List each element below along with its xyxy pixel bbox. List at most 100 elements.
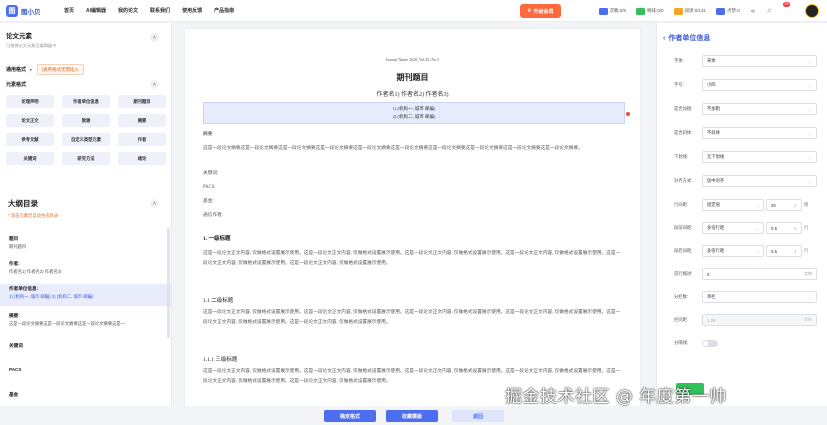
nav-my-papers[interactable]: 我的论文 xyxy=(118,7,138,14)
body-paragraph-1[interactable]: 这是一段论文正文内容, 仅做格式设置展示使用。这是一段论文正文内容, 仅做格式设… xyxy=(203,249,623,289)
line-spacing-mode-select[interactable]: 固定值 ⌄ xyxy=(702,199,764,211)
body-paragraph-2[interactable]: 这是一段论文正文内容, 仅做格式设置展示使用。这是一段论文正文内容, 仅做格式设… xyxy=(203,308,623,348)
app-logo[interactable]: 图 图小贝 xyxy=(6,4,56,17)
avatar[interactable] xyxy=(805,4,819,18)
columns-row: 分栏数: 单栏 ⌄ xyxy=(674,291,824,303)
fund-label: 基金: xyxy=(203,199,214,204)
underline-row: 下划线: 无下划线 ⌄ xyxy=(674,151,824,163)
line-spacing-row: 行间距: 固定值 ⌄ 20 ⇕ 磅 xyxy=(674,199,824,211)
nav-feedback[interactable]: 使用反馈 xyxy=(182,7,202,14)
chevron-left-icon[interactable]: ‹ xyxy=(663,35,665,42)
element-ack[interactable]: 致谢 xyxy=(62,114,110,127)
chevron-down-icon: ⌄ xyxy=(755,202,759,208)
font-select[interactable]: 宋体 ⌄ xyxy=(702,55,817,67)
indent-input[interactable]: 0 字符 xyxy=(702,268,817,280)
general-format-option[interactable]: (通用格式无需插入 xyxy=(36,64,85,75)
bottom-bar: 确定格式 收藏模板 返回 xyxy=(0,406,827,425)
size-row: 字号: 小四 ⌄ xyxy=(674,79,824,91)
pacs-label: PACS: xyxy=(203,185,216,190)
outline-scrollbar[interactable] xyxy=(167,228,170,338)
columns-select[interactable]: 单栏 ⌄ xyxy=(702,291,817,303)
outline-tip: * 双击元素后自动生成目录 xyxy=(8,213,59,218)
space-after-mode-select[interactable]: 多倍行距 ⌄ xyxy=(702,245,764,257)
outline-item-affiliation[interactable]: 作者单位信息: 1) (机构一, 城市 邮编) 2) (机构二, 城市 邮编) xyxy=(0,284,171,306)
document-canvas[interactable]: Journal Name 2020, Vol.45, No.5 期刊题目 作者名… xyxy=(185,29,640,407)
crown-icon: ♛ xyxy=(527,8,532,14)
bold-select[interactable]: 不加粗 ⌄ xyxy=(702,103,817,115)
align-select[interactable]: 居中对齐 ⌄ xyxy=(702,175,817,187)
selection-handle[interactable] xyxy=(626,112,630,116)
like-quota-icon xyxy=(716,7,726,15)
element-author[interactable]: 作者 xyxy=(118,133,166,146)
right-panel: ‹ 作者单位信息 字体: 宋体 ⌄ 字号: 小四 ⌄ 是否加粗: 不加粗 ⌄ 是否斜体:… xyxy=(656,23,827,406)
outline-item-pacs[interactable]: PACS xyxy=(0,365,171,374)
top-bar: 图 图小贝 首页 AI编辑器 我的论文 联系我们 使用反馈 产品指南 ♛ 升级会… xyxy=(0,0,827,22)
abstract-label: 摘要 xyxy=(203,132,213,137)
section-subtitle: 可拖拽论文元素至编辑器中 xyxy=(6,43,57,48)
indent-row: 首行缩进: 0 字符 xyxy=(674,268,824,280)
save-template-button[interactable]: 收藏模板 xyxy=(386,410,438,422)
format-panel-title: ‹ 作者单位信息 xyxy=(663,35,711,42)
outline-item-abstract[interactable]: 摘要: 这是一段论文摘要这是一段论文摘要这是一段论文摘要这是一 xyxy=(0,311,171,329)
chevron-down-icon: ⌄ xyxy=(808,58,812,64)
journal-info: Journal Name 2020, Vol.45, No.5 xyxy=(385,57,440,62)
affiliations-block[interactable]: 1) (机构一, 城市 邮编) 2) (机构二, 城市 邮编) xyxy=(203,102,625,124)
chevron-down-icon: ⌄ xyxy=(808,294,812,300)
affiliation-2: 2) (机构二, 城市 邮编) xyxy=(392,114,436,119)
space-before-mode-select[interactable]: 多倍行距 ⌄ xyxy=(702,222,764,234)
element-journal-title[interactable]: 期刊题目 xyxy=(118,95,166,108)
element-author-affiliation[interactable]: 作者单位信息 xyxy=(62,95,110,108)
divider-toggle[interactable] xyxy=(702,339,718,347)
watermark: 掘金技术社区 @ 年度第一帅 xyxy=(505,387,727,407)
col-gap-row: 栏间距: 1.25 字符 xyxy=(674,314,824,326)
element-ethics[interactable]: 论理声明 xyxy=(6,95,54,108)
heading-level-3[interactable]: 1.1.1 三级标题 xyxy=(203,355,237,363)
nav-home[interactable]: 首页 xyxy=(64,7,74,14)
back-button[interactable]: 返回 xyxy=(452,410,504,422)
collapse-outline-icon[interactable]: ˄ xyxy=(150,199,159,208)
outline-item-fund[interactable]: 基金 xyxy=(0,390,171,400)
outline-item-author[interactable]: 作者: 作者名1) 作者名2) 作者名3) xyxy=(0,259,171,277)
element-references[interactable]: 参考文献 xyxy=(6,133,54,146)
heading-level-1[interactable]: 1. 一级标题 xyxy=(203,234,231,242)
bold-row: 是否加粗: 不加粗 ⌄ xyxy=(674,103,824,115)
element-custom[interactable]: 自定义类型元素 xyxy=(62,133,110,146)
element-body[interactable]: 论文正文 xyxy=(6,114,54,127)
outline-item-title[interactable]: 题目 期刊题目 xyxy=(0,234,171,252)
collapse-format-icon[interactable]: ˄ xyxy=(150,80,159,89)
bell-icon[interactable]: ♫ xyxy=(764,6,774,16)
quota-polish[interactable]: 润译:0/131 xyxy=(672,4,709,18)
nav-ai-editor[interactable]: AI编辑器 xyxy=(86,7,106,14)
underline-select[interactable]: 无下划线 ⌄ xyxy=(702,151,817,163)
element-keywords[interactable]: 关键词 xyxy=(6,152,54,165)
quota-layout[interactable]: 畅排:0/0 xyxy=(634,4,666,18)
journal-title[interactable]: 期刊题目 xyxy=(185,72,640,83)
size-select[interactable]: 小四 ⌄ xyxy=(702,79,817,91)
element-methods[interactable]: 研究方法 xyxy=(62,152,110,165)
col-gap-input[interactable]: 1.25 字符 xyxy=(702,314,817,326)
upgrade-member-button[interactable]: ♛ 升级会员 xyxy=(520,4,561,18)
confirm-format-button[interactable]: 确定格式 xyxy=(324,410,376,422)
collapse-elements-icon[interactable]: ˄ xyxy=(150,33,159,42)
space-after-input[interactable]: 0.5 ⇕ xyxy=(766,245,802,257)
correspond-label: 通信作者: xyxy=(203,213,224,218)
authors[interactable]: 作者名1) 作者名2) 作者名3) xyxy=(185,89,640,98)
heading-level-2[interactable]: 1.1 二级标题 xyxy=(203,296,233,304)
line-spacing-input[interactable]: 20 ⇕ xyxy=(766,199,802,211)
divider-row: 分隔线: xyxy=(674,337,824,349)
polish-quota-icon xyxy=(673,7,683,15)
nav-guide[interactable]: 产品指南 xyxy=(214,7,234,14)
top-right-area: ♛ 升级会员 次稿:0/5 畅排:0/0 润译:0/131 点赞:0 ⋖ ♫ xyxy=(520,4,774,18)
quota-like[interactable]: 点赞:0 xyxy=(714,4,742,18)
element-intro[interactable]: 绪论 xyxy=(118,152,166,165)
share-icon[interactable]: ⋖ xyxy=(748,6,758,16)
nav-contact[interactable]: 联系我们 xyxy=(150,7,170,14)
keywords-label: 关键词: xyxy=(203,171,219,176)
quota-draft[interactable]: 次稿:0/5 xyxy=(597,4,629,18)
outline-item-keywords[interactable]: 关键词 xyxy=(0,341,171,351)
align-row: 对齐方式: 居中对齐 ⌄ xyxy=(674,175,824,187)
space-before-input[interactable]: 0.5 ⇕ xyxy=(766,222,802,234)
element-abstract[interactable]: 摘要 xyxy=(118,114,166,127)
abstract-text[interactable]: 这是一段论文摘要这是一段论文摘要这是一段论文摘要这是一段论文摘要这是一段论文摘要… xyxy=(203,144,623,154)
italic-select[interactable]: 不斜体 ⌄ xyxy=(702,127,817,139)
